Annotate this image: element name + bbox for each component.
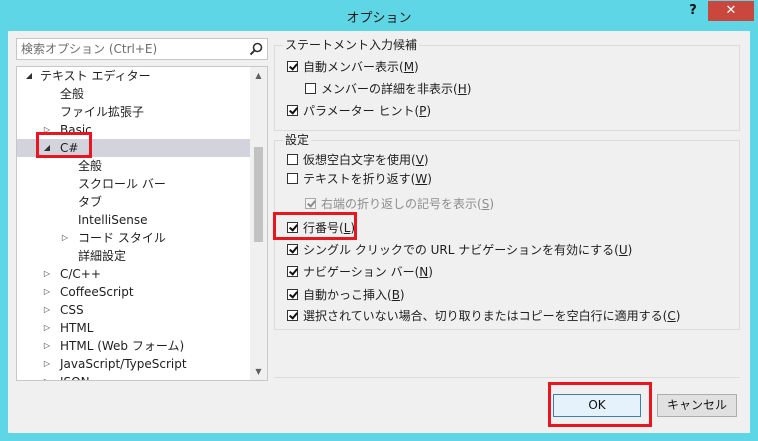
tree-item-json[interactable]: ▷ JSON bbox=[42, 373, 242, 380]
group-legend: 設定 bbox=[283, 132, 312, 148]
checkbox[interactable] bbox=[287, 105, 298, 116]
tree-item-csharp-general[interactable]: 全般 bbox=[78, 157, 102, 175]
tree-item-label: JSON bbox=[60, 373, 90, 380]
tree-item-label: スクロール バー bbox=[78, 177, 166, 191]
tree-item-label: Basic bbox=[60, 123, 92, 137]
option-label: ナビゲーション バー(N) bbox=[303, 265, 433, 279]
divider bbox=[274, 377, 740, 378]
tree-item-label: HTML bbox=[60, 321, 94, 335]
tree-item-label: 全般 bbox=[60, 87, 85, 101]
tree-item-tabs[interactable]: タブ bbox=[78, 193, 102, 211]
tree-item-javascript-typescript[interactable]: ▷ JavaScript/TypeScript bbox=[42, 355, 242, 373]
statement-completion-group: ステートメント入力候補 自動メンバー表示(M) メンバーの詳細を非表示(H) パ… bbox=[274, 37, 740, 131]
tree-item-file-extension[interactable]: ファイル拡張子 bbox=[60, 103, 144, 121]
checkbox[interactable] bbox=[287, 289, 298, 300]
settings-group: 設定 仮想空白文字を使用(V) テキストを折り返す(W) 右端の折り返しの記号を… bbox=[274, 132, 740, 330]
options-tree[interactable]: ◢ テキスト エディター 全般 ファイル拡張子 ▷ Basic ◢ C# 全般 … bbox=[16, 66, 268, 381]
title-bar[interactable]: オプション ? ✕ bbox=[0, 0, 758, 31]
scroll-thumb[interactable] bbox=[254, 147, 263, 242]
tree-item-text-editor[interactable]: ◢ テキスト エディター bbox=[24, 67, 249, 85]
tree-item-html-webforms[interactable]: ▷ HTML (Web フォーム) bbox=[42, 337, 242, 355]
tree-item-scroll-bar[interactable]: スクロール バー bbox=[78, 175, 166, 193]
option-label: 自動かっこ挿入(B) bbox=[303, 288, 405, 302]
collapse-icon[interactable]: ◢ bbox=[42, 139, 52, 157]
help-button[interactable]: ? bbox=[682, 3, 704, 23]
tree-item-label: 詳細設定 bbox=[78, 249, 127, 263]
search-box[interactable] bbox=[16, 38, 268, 60]
options-dialog: オプション ? ✕ ◢ テキスト エディター 全般 ファイル拡張子 bbox=[0, 0, 758, 441]
tree-item-general[interactable]: 全般 bbox=[60, 85, 84, 103]
tree-item-css[interactable]: ▷ CSS bbox=[42, 301, 242, 319]
search-icon[interactable] bbox=[249, 42, 263, 56]
option-label: 行番号(L) bbox=[303, 221, 356, 235]
scroll-down-arrow-icon[interactable]: ▼ bbox=[250, 363, 267, 380]
tree-item-csharp[interactable]: ◢ C# bbox=[17, 139, 250, 157]
expand-icon[interactable]: ▷ bbox=[42, 373, 52, 380]
checkbox bbox=[305, 198, 316, 209]
checkbox[interactable] bbox=[287, 222, 298, 233]
expand-icon[interactable]: ▷ bbox=[42, 355, 52, 373]
tree-item-label: 全般 bbox=[78, 159, 103, 173]
checkbox[interactable] bbox=[305, 83, 316, 94]
checkbox[interactable] bbox=[287, 310, 298, 321]
option-label: 右端の折り返しの記号を表示(S) bbox=[321, 197, 494, 211]
expand-icon[interactable]: ▷ bbox=[42, 301, 52, 319]
tree-item-label: C/C++ bbox=[60, 267, 101, 281]
option-label: パラメーター ヒント(P) bbox=[303, 104, 432, 118]
option-label: 仮想空白文字を使用(V) bbox=[303, 153, 429, 167]
checkbox[interactable] bbox=[287, 173, 298, 184]
tree-item-intellisense[interactable]: IntelliSense bbox=[78, 211, 147, 229]
tree-item-label: コード スタイル bbox=[78, 231, 166, 245]
expand-icon[interactable]: ▷ bbox=[42, 283, 52, 301]
tree-item-label: C# bbox=[60, 141, 79, 155]
tree-scrollbar[interactable]: ▲ ▼ bbox=[250, 67, 267, 380]
tree-item-code-style[interactable]: ▷ コード スタイル bbox=[60, 229, 240, 247]
group-legend: ステートメント入力候補 bbox=[283, 37, 420, 53]
close-button[interactable]: ✕ bbox=[708, 1, 754, 21]
option-label: 選択されていない場合、切り取りまたはコピーを空白行に適用する(C) bbox=[303, 309, 681, 323]
collapse-icon[interactable]: ◢ bbox=[24, 67, 34, 85]
tree-item-label: JavaScript/TypeScript bbox=[60, 357, 187, 371]
tree-item-label: IntelliSense bbox=[78, 213, 148, 227]
checkbox[interactable] bbox=[287, 244, 298, 255]
expand-icon[interactable]: ▷ bbox=[42, 121, 52, 139]
checkbox[interactable] bbox=[287, 61, 298, 72]
option-label: メンバーの詳細を非表示(H) bbox=[321, 82, 472, 96]
scroll-up-arrow-icon[interactable]: ▲ bbox=[250, 67, 267, 84]
expand-icon[interactable]: ▷ bbox=[60, 229, 70, 247]
tree-item-label: CSS bbox=[60, 303, 84, 317]
expand-icon[interactable]: ▷ bbox=[42, 319, 52, 337]
tree-item-label: ファイル拡張子 bbox=[60, 105, 145, 119]
tree-item-basic[interactable]: ▷ Basic bbox=[42, 121, 242, 139]
checkbox[interactable] bbox=[287, 154, 298, 165]
tree-item-label: タブ bbox=[78, 195, 103, 209]
tree-item-label: テキスト エディター bbox=[40, 69, 151, 83]
option-label: テキストを折り返す(W) bbox=[303, 172, 432, 186]
window-title: オプション bbox=[346, 11, 412, 26]
expand-icon[interactable]: ▷ bbox=[42, 337, 52, 355]
tree-item-label: CoffeeScript bbox=[60, 285, 134, 299]
option-label: シングル クリックでの URL ナビゲーションを有効にする(U) bbox=[303, 243, 633, 257]
tree-item-coffeescript[interactable]: ▷ CoffeeScript bbox=[42, 283, 242, 301]
cancel-button[interactable]: キャンセル bbox=[657, 394, 737, 417]
dialog-body: ◢ テキスト エディター 全般 ファイル拡張子 ▷ Basic ◢ C# 全般 … bbox=[8, 31, 750, 433]
tree-item-cpp[interactable]: ▷ C/C++ bbox=[42, 265, 242, 283]
ok-button[interactable]: OK bbox=[553, 394, 641, 417]
tree-item-html[interactable]: ▷ HTML bbox=[42, 319, 242, 337]
expand-icon[interactable]: ▷ bbox=[42, 265, 52, 283]
option-label: 自動メンバー表示(M) bbox=[303, 60, 419, 74]
tree-item-advanced[interactable]: 詳細設定 bbox=[78, 247, 126, 265]
search-input[interactable] bbox=[17, 39, 249, 59]
checkbox[interactable] bbox=[287, 266, 298, 277]
tree-item-label: HTML (Web フォーム) bbox=[60, 339, 185, 353]
